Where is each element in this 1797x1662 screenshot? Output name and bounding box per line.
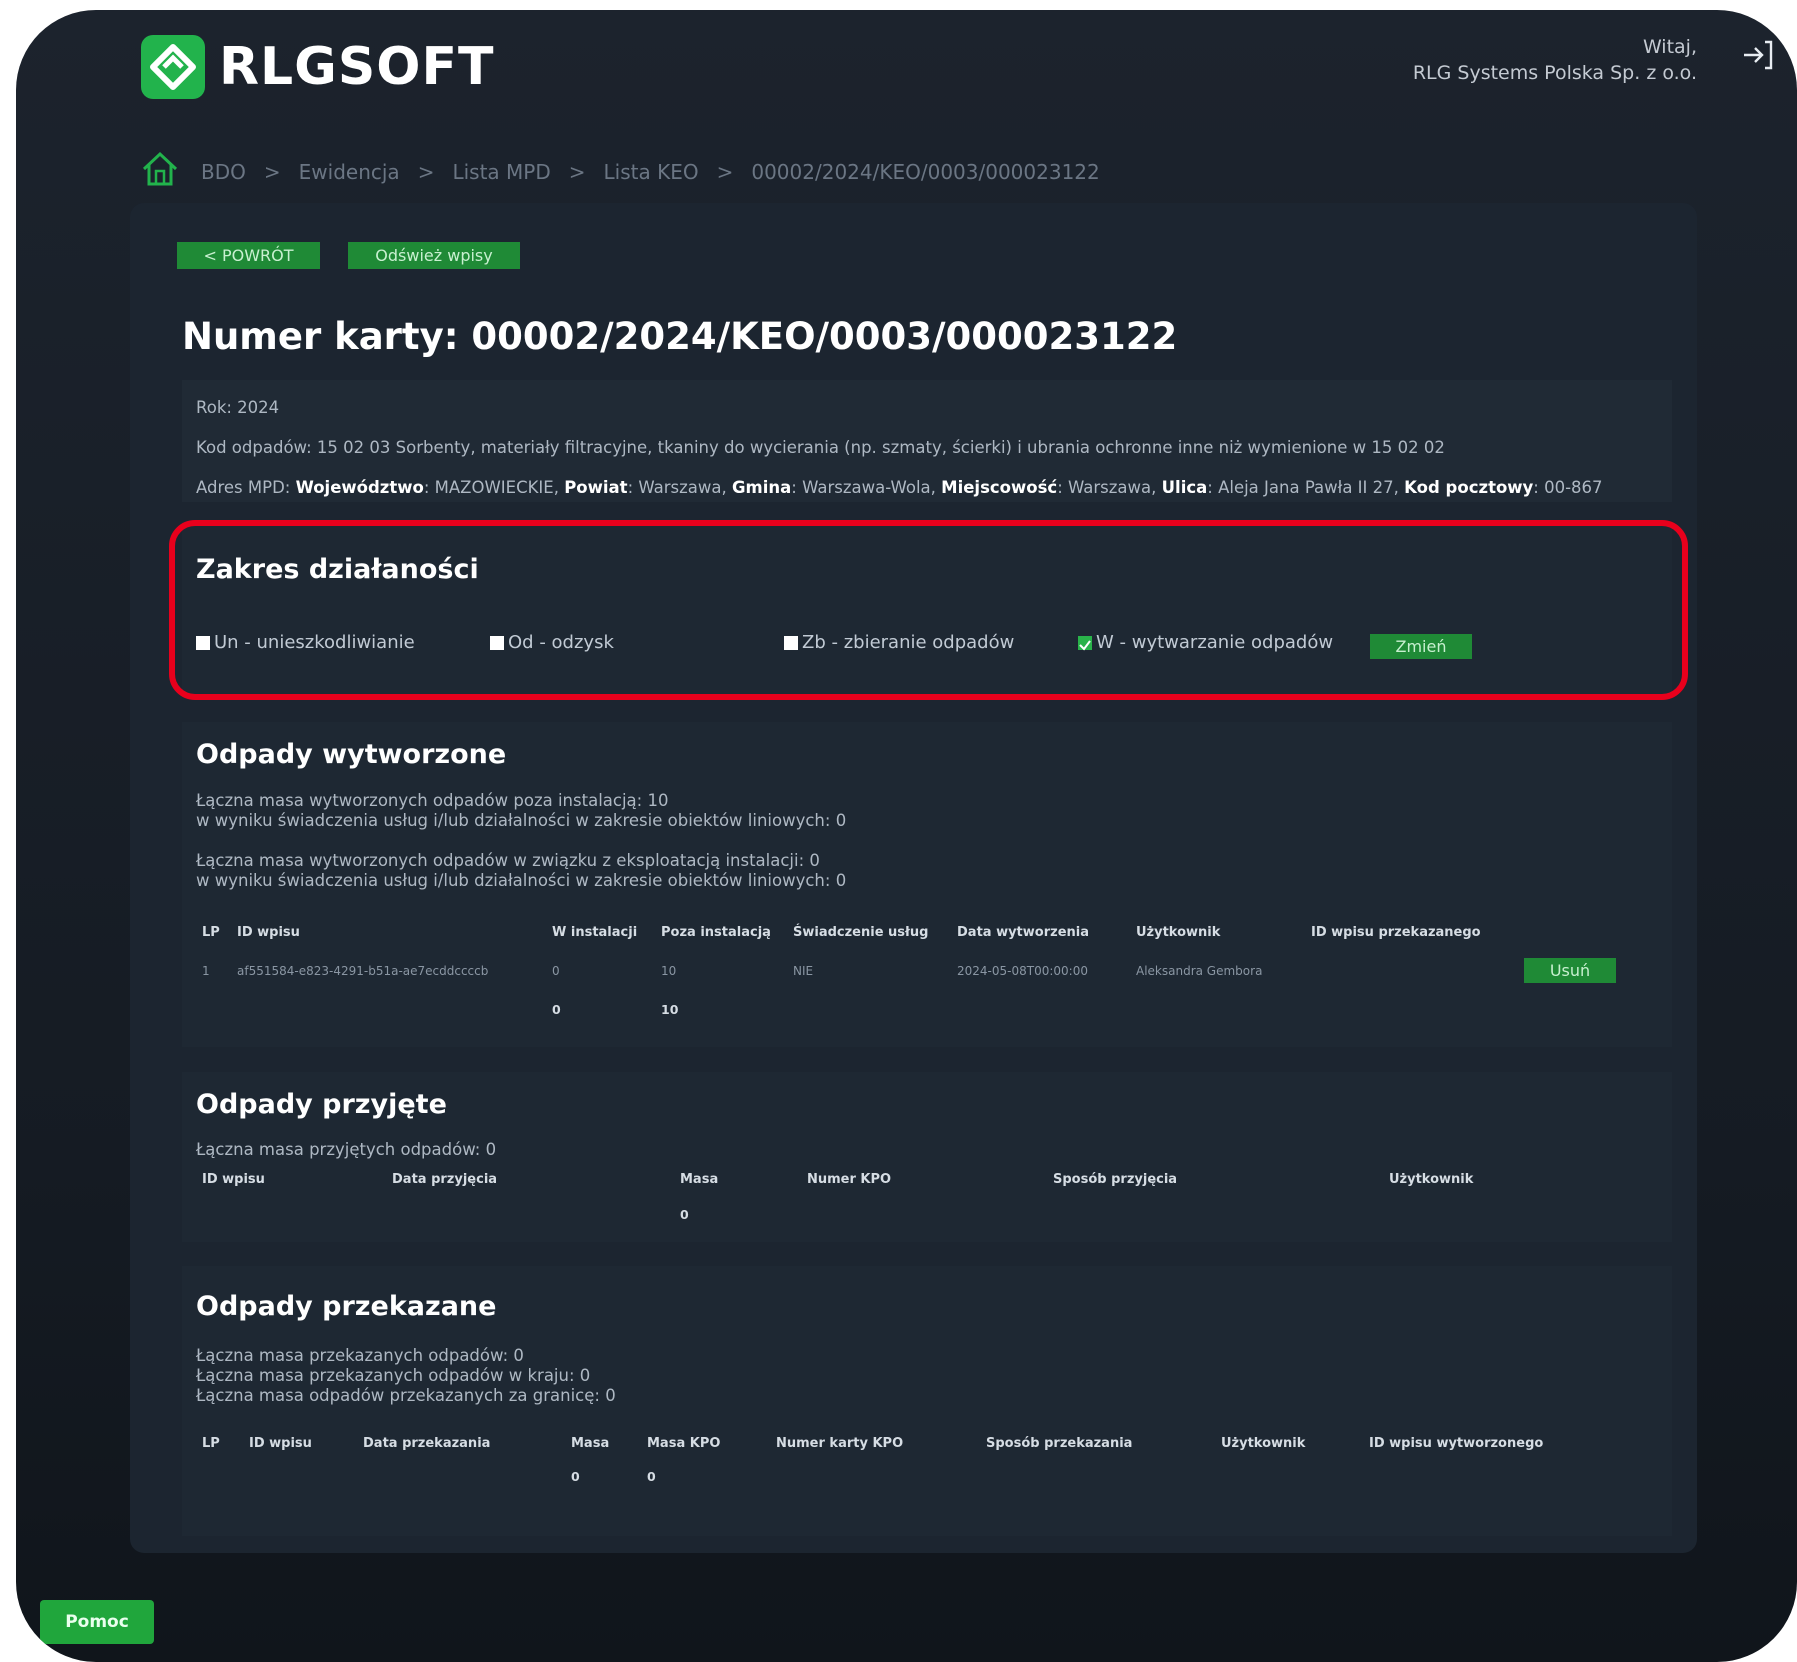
delete-button[interactable]: Usuń xyxy=(1524,958,1616,983)
card-info: Rok: 2024 Kod odpadów: 15 02 03 Sorbenty… xyxy=(182,380,1672,502)
address-value: : Warszawa, xyxy=(1057,478,1162,497)
column-header: Numer KPO xyxy=(807,1172,892,1187)
column-header: Poza instalacją xyxy=(661,925,771,940)
column-header: Użytkownik xyxy=(1221,1436,1306,1451)
column-header: ID wpisu wytworzonego xyxy=(1369,1436,1544,1451)
total-masa-kpo: 0 xyxy=(647,1469,656,1484)
address-value: : 00-867 xyxy=(1533,478,1603,497)
cell-lp: 1 xyxy=(202,964,210,978)
company-name: RLG Systems Polska Sp. z o.o. xyxy=(1412,62,1697,84)
cell-user: Aleksandra Gembora xyxy=(1136,964,1263,978)
address-key: Województwo xyxy=(295,478,424,497)
logo-text: RLGSOFT xyxy=(219,37,495,97)
column-header: Data przyjęcia xyxy=(392,1172,498,1187)
total-w-instalacji: 0 xyxy=(552,1002,561,1017)
breadcrumb-separator: > xyxy=(417,159,435,184)
column-header: Data przekazania xyxy=(363,1436,491,1451)
breadcrumb-item-lista-mpd[interactable]: Lista MPD xyxy=(452,160,550,184)
column-header: Masa xyxy=(571,1436,610,1451)
home-icon[interactable] xyxy=(141,150,179,193)
breadcrumb-item-lista-keo[interactable]: Lista KEO xyxy=(604,160,699,184)
produced-summary: Łączna masa wytworzonych odpadów poza in… xyxy=(196,791,669,810)
total-poza-instalacja: 10 xyxy=(661,1002,679,1017)
column-header: Masa KPO xyxy=(647,1436,721,1451)
address-value: : MAZOWIECKIE, xyxy=(423,478,565,497)
column-header: Sposób przekazania xyxy=(986,1436,1133,1451)
breadcrumb: BDO > Ewidencja > Lista MPD > Lista KEO … xyxy=(141,150,1100,193)
logout-icon[interactable] xyxy=(1741,38,1775,76)
address-value: : Warszawa-Wola, xyxy=(791,478,942,497)
column-header: ID wpisu xyxy=(237,925,300,940)
cell-id: af551584-e823-4291-b51a-ae7ecddccccb xyxy=(237,964,489,978)
column-header: Świadczenie usług xyxy=(793,925,929,940)
column-header: LP xyxy=(202,925,220,940)
column-header: Data wytworzenia xyxy=(957,925,1089,940)
greeting-text: Witaj, xyxy=(1642,36,1697,58)
cell-swiadczenie: NIE xyxy=(793,964,814,978)
address-value: : Aleja Jana Pawła II 27, xyxy=(1207,478,1405,497)
transferred-summary: Łączna masa przekazanych odpadów: 0 xyxy=(196,1346,524,1365)
breadcrumb-item-bdo[interactable]: BDO xyxy=(201,160,246,184)
breadcrumb-separator: > xyxy=(568,159,586,184)
cell-poza-instalacja: 10 xyxy=(661,964,677,978)
breadcrumb-separator: > xyxy=(263,159,281,184)
logo-icon xyxy=(141,35,205,99)
total-masa: 0 xyxy=(571,1469,580,1484)
column-header: Numer karty KPO xyxy=(776,1436,904,1451)
address-prefix: Adres MPD: xyxy=(196,478,296,497)
column-header: Masa xyxy=(680,1172,719,1187)
breadcrumb-item-ewidencja[interactable]: Ewidencja xyxy=(299,160,400,184)
address-key: Powiat xyxy=(564,478,628,497)
breadcrumb-separator: > xyxy=(716,159,734,184)
column-header: ID wpisu xyxy=(202,1172,265,1187)
column-header: ID wpisu xyxy=(249,1436,312,1451)
cell-data: 2024-05-08T00:00:00 xyxy=(957,964,1088,978)
column-header: ID wpisu przekazanego xyxy=(1311,925,1481,940)
back-button[interactable]: < POWRÓT xyxy=(177,242,320,269)
address-key: Gmina xyxy=(732,478,792,497)
highlight-frame xyxy=(169,520,1688,700)
page-title: Numer karty: 00002/2024/KEO/0003/0000231… xyxy=(182,315,1178,358)
transferred-summary: Łączna masa przekazanych odpadów w kraju… xyxy=(196,1366,591,1385)
column-header: Użytkownik xyxy=(1389,1172,1474,1187)
address-key: Kod pocztowy xyxy=(1404,478,1534,497)
address-key: Miejscowość xyxy=(941,478,1058,497)
waste-code-line: Kod odpadów: 15 02 03 Sorbenty, materiał… xyxy=(196,438,1445,457)
produced-summary: Łączna masa wytworzonych odpadów w związ… xyxy=(196,851,820,870)
column-header: W instalacji xyxy=(552,925,638,940)
logo: RLGSOFT xyxy=(141,35,495,99)
help-button[interactable]: Pomoc xyxy=(40,1600,154,1644)
produced-section: Odpady wytworzone Łączna masa wytworzony… xyxy=(182,722,1672,1047)
address-line: Adres MPD: Województwo: MAZOWIECKIE, Pow… xyxy=(196,478,1603,497)
accepted-summary: Łączna masa przyjętych odpadów: 0 xyxy=(196,1140,497,1159)
produced-summary: w wyniku świadczenia usług i/lub działal… xyxy=(196,871,847,890)
column-header: Sposób przyjęcia xyxy=(1053,1172,1178,1187)
cell-w-instalacji: 0 xyxy=(552,964,560,978)
address-key: Ulica xyxy=(1161,478,1208,497)
refresh-button[interactable]: Odśwież wpisy xyxy=(348,242,520,269)
produced-title: Odpady wytworzone xyxy=(196,739,507,770)
produced-summary: w wyniku świadczenia usług i/lub działal… xyxy=(196,811,847,830)
user-greeting: Witaj, RLG Systems Polska Sp. z o.o. xyxy=(1413,34,1697,86)
transferred-summary: Łączna masa odpadów przekazanych za gran… xyxy=(196,1386,616,1405)
breadcrumb-item-current: 00002/2024/KEO/0003/000023122 xyxy=(751,159,1100,184)
total-masa: 0 xyxy=(680,1207,689,1222)
accepted-title: Odpady przyjęte xyxy=(196,1089,447,1120)
app-window: RLGSOFT Witaj, RLG Systems Polska Sp. z … xyxy=(16,10,1797,1662)
accepted-section: Odpady przyjęte Łączna masa przyjętych o… xyxy=(182,1072,1672,1242)
column-header: Użytkownik xyxy=(1136,925,1221,940)
column-header: LP xyxy=(202,1436,220,1451)
transferred-title: Odpady przekazane xyxy=(196,1291,497,1322)
year-line: Rok: 2024 xyxy=(196,398,280,417)
transferred-section: Odpady przekazane Łączna masa przekazany… xyxy=(182,1266,1672,1536)
address-value: : Warszawa, xyxy=(627,478,733,497)
